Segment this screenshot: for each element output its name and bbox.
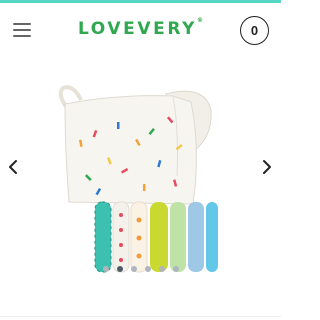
chevron-right-icon[interactable] (256, 155, 276, 179)
carousel-dot[interactable] (144, 266, 151, 272)
brand-logo[interactable]: LOVEVERY® (0, 17, 281, 39)
carousel-dot[interactable] (158, 266, 165, 272)
chevron-left-icon[interactable] (4, 155, 24, 179)
section-divider (0, 316, 281, 317)
registered-mark: ® (197, 17, 204, 24)
site-header: LOVEVERY® 0 (0, 3, 281, 55)
carousel-dot[interactable] (130, 266, 137, 272)
carousel-dot[interactable] (172, 266, 179, 272)
cart-count: 0 (250, 23, 259, 38)
carousel-dot[interactable] (116, 266, 123, 272)
product-image-carousel (0, 55, 281, 285)
cart-button[interactable]: 0 (240, 16, 269, 45)
carousel-dot[interactable] (102, 266, 109, 272)
carousel-pagination (0, 266, 281, 276)
brand-name: LOVEVERY (77, 19, 198, 39)
product-image (58, 85, 218, 273)
